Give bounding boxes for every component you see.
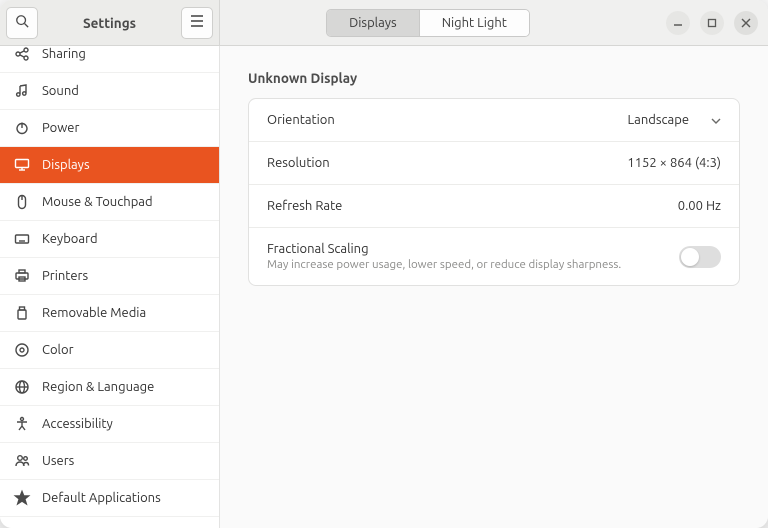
fractional-scaling-label: Fractional Scaling [267, 242, 621, 256]
sidebar-item-region[interactable]: Region & Language [0, 369, 219, 406]
keyboard-icon [14, 231, 30, 247]
sidebar-item-power[interactable]: Power [0, 110, 219, 147]
hamburger-icon [190, 15, 204, 30]
sidebar-item-default-applications[interactable]: Default Applications [0, 480, 219, 517]
sidebar-item-sharing[interactable]: Sharing [0, 46, 219, 73]
sidebar-item-label: Mouse & Touchpad [42, 195, 153, 209]
tab-night-light[interactable]: Night Light [419, 10, 529, 36]
sidebar-item-label: Power [42, 121, 79, 135]
search-button[interactable] [6, 7, 38, 39]
search-icon [15, 14, 29, 31]
minimize-icon [673, 18, 683, 28]
printer-icon [14, 268, 30, 284]
music-note-icon [14, 83, 30, 99]
sidebar-item-label: Keyboard [42, 232, 98, 246]
orientation-row[interactable]: Orientation Landscape [249, 99, 739, 142]
refresh-rate-label: Refresh Rate [267, 199, 342, 213]
color-icon [14, 342, 30, 358]
resolution-row[interactable]: Resolution 1152 × 864 (4:3) [249, 142, 739, 185]
refresh-rate-row: Refresh Rate 0.00 Hz [249, 185, 739, 228]
settings-window: Settings Displays Night Light [0, 0, 768, 528]
chevron-down-icon [711, 113, 721, 127]
sidebar-item-label: Region & Language [42, 380, 154, 394]
resolution-value: 1152 × 864 (4:3) [627, 156, 721, 170]
fractional-scaling-text: Fractional Scaling May increase power us… [267, 242, 621, 271]
resolution-label: Resolution [267, 156, 330, 170]
power-icon [14, 120, 30, 136]
app-title: Settings [42, 15, 177, 31]
minimize-button[interactable] [666, 11, 690, 35]
mouse-icon [14, 194, 30, 210]
sidebar-item-label: Displays [42, 158, 90, 172]
close-icon [741, 18, 751, 28]
header-center: Displays Night Light [220, 0, 636, 45]
close-button[interactable] [734, 11, 758, 35]
maximize-icon [707, 18, 717, 28]
sidebar-item-label: Accessibility [42, 417, 113, 431]
usb-icon [14, 305, 30, 321]
sidebar-item-keyboard[interactable]: Keyboard [0, 221, 219, 258]
maximize-button[interactable] [700, 11, 724, 35]
monitor-icon [14, 157, 30, 173]
toggle-knob [681, 248, 699, 266]
menu-button[interactable] [181, 7, 213, 39]
display-settings-panel: Orientation Landscape Resolution 1152 × … [248, 98, 740, 286]
sidebar-item-label: Printers [42, 269, 88, 283]
users-icon [14, 453, 30, 469]
sidebar-item-removable-media[interactable]: Removable Media [0, 295, 219, 332]
sidebar-item-mouse[interactable]: Mouse & Touchpad [0, 184, 219, 221]
star-icon [14, 490, 30, 506]
sidebar-item-accessibility[interactable]: Accessibility [0, 406, 219, 443]
sidebar-item-printers[interactable]: Printers [0, 258, 219, 295]
sidebar-item-label: Sharing [42, 47, 86, 61]
header-left: Settings [0, 0, 220, 45]
orientation-value: Landscape [628, 113, 689, 127]
sidebar-item-color[interactable]: Color [0, 332, 219, 369]
globe-icon [14, 379, 30, 395]
body: Sharing Sound Power Displays Mouse & Tou [0, 46, 768, 528]
share-icon [14, 46, 30, 62]
fractional-scaling-sublabel: May increase power usage, lower speed, o… [267, 258, 621, 271]
view-switcher: Displays Night Light [326, 9, 530, 37]
orientation-label: Orientation [267, 113, 335, 127]
content-area: Unknown Display Orientation Landscape Re… [220, 46, 768, 528]
fractional-scaling-row: Fractional Scaling May increase power us… [249, 228, 739, 285]
sidebar-item-users[interactable]: Users [0, 443, 219, 480]
tab-displays[interactable]: Displays [327, 10, 419, 36]
fractional-scaling-toggle[interactable] [679, 246, 721, 268]
window-controls [636, 0, 768, 45]
sidebar-item-sound[interactable]: Sound [0, 73, 219, 110]
sidebar-item-label: Users [42, 454, 74, 468]
sidebar-item-label: Color [42, 343, 74, 357]
section-title: Unknown Display [248, 70, 740, 86]
accessibility-icon [14, 416, 30, 432]
sidebar-item-label: Sound [42, 84, 79, 98]
sidebar-item-displays[interactable]: Displays [0, 147, 219, 184]
header-bar: Settings Displays Night Light [0, 0, 768, 46]
sidebar-item-label: Default Applications [42, 491, 161, 505]
sidebar-list[interactable]: Sharing Sound Power Displays Mouse & Tou [0, 46, 219, 528]
sidebar-item-label: Removable Media [42, 306, 146, 320]
sidebar: Sharing Sound Power Displays Mouse & Tou [0, 46, 220, 528]
refresh-rate-value: 0.00 Hz [678, 199, 721, 213]
